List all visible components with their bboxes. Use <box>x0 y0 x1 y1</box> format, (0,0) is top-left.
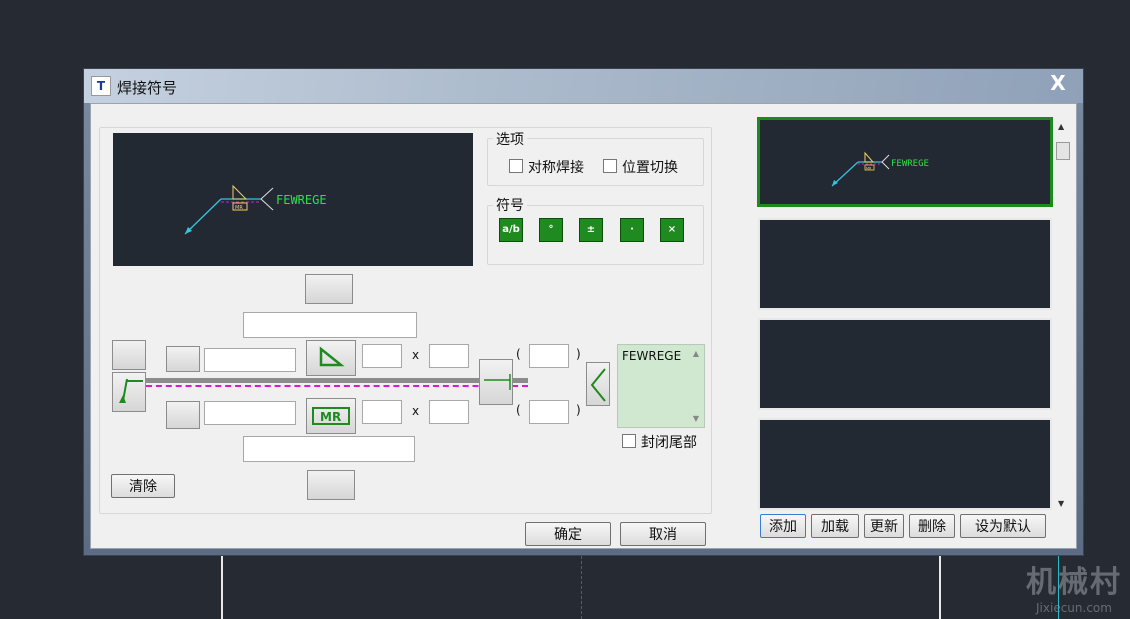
close-button[interactable]: X <box>1045 71 1071 95</box>
dialog-title: 焊接符号 <box>117 79 178 97</box>
title-bar[interactable]: T 焊接符号 X <box>84 69 1083 103</box>
fillet-weld-icon <box>319 346 345 367</box>
cad-line-right <box>939 556 941 619</box>
delete-button[interactable]: 删除 <box>909 514 955 538</box>
bottom-field-symbol-button[interactable] <box>307 470 355 500</box>
load-button[interactable]: 加载 <box>811 514 859 538</box>
library-item-1-tag: MR <box>866 167 872 171</box>
lower-count-input[interactable] <box>529 400 569 424</box>
upper-prefix-button[interactable] <box>166 346 200 372</box>
weld-preview: FEWREGE MR <box>113 133 473 266</box>
library-item-3[interactable] <box>758 318 1052 410</box>
upper-weld-type-button[interactable] <box>306 340 356 376</box>
field-weld-button[interactable] <box>479 359 513 405</box>
fraction-symbol-button[interactable]: a/b <box>499 218 523 242</box>
library-item-2[interactable] <box>758 218 1052 310</box>
tail-scroll-down-icon[interactable]: ▼ <box>693 414 699 423</box>
library-item-1[interactable]: FEWREGE MR <box>757 117 1053 207</box>
left-upper-button[interactable] <box>112 340 146 370</box>
preview-label: FEWREGE <box>276 193 327 207</box>
dot-symbol-button[interactable]: · <box>620 218 644 242</box>
field-weld-icon <box>484 374 511 390</box>
lower-x-label: x <box>412 404 420 418</box>
watermark-url: Jixiecun.com <box>1036 601 1112 615</box>
close-tail-label: 封闭尾部 <box>641 435 697 451</box>
reference-line <box>146 378 528 383</box>
clear-button[interactable]: 清除 <box>111 474 175 498</box>
app-icon: T <box>91 76 111 96</box>
times-symbol-button[interactable]: × <box>660 218 684 242</box>
leader-arrow-button[interactable] <box>112 372 146 412</box>
scroll-up-icon[interactable]: ▲ <box>1058 122 1064 131</box>
leader-arrow-icon <box>119 378 143 403</box>
lower-close-paren: ) <box>576 403 581 417</box>
scroll-thumb[interactable] <box>1056 142 1070 160</box>
plus-minus-symbol-button[interactable]: ± <box>579 218 603 242</box>
library-item-4[interactable] <box>758 418 1052 510</box>
watermark: 机械村 Jixiecun.com <box>1026 557 1122 615</box>
lower-open-paren: ( <box>516 403 521 417</box>
top-field-symbol-button[interactable] <box>305 274 353 304</box>
tail-text-box[interactable]: FEWREGE ▲ ▼ <box>617 344 705 428</box>
library-item-1-drawing: FEWREGE MR <box>831 151 929 187</box>
lower-size-input[interactable] <box>204 401 296 425</box>
scroll-down-icon[interactable]: ▼ <box>1058 499 1064 508</box>
upper-pitch-input[interactable] <box>429 344 469 368</box>
upper-count-input[interactable] <box>529 344 569 368</box>
cad-line-left <box>221 556 223 619</box>
upper-x-label: x <box>412 348 420 362</box>
upper-size-input[interactable] <box>204 348 296 372</box>
cad-centerline <box>581 556 582 619</box>
watermark-logo-text: 机械村 <box>1026 565 1122 600</box>
mr-tag-icon: MR <box>312 407 350 425</box>
options-group-label: 选项 <box>493 129 527 149</box>
tail-scroll-up-icon[interactable]: ▲ <box>693 349 699 358</box>
library-item-1-label: FEWREGE <box>891 159 929 169</box>
upper-close-paren: ) <box>576 347 581 361</box>
bottom-note-input[interactable] <box>243 436 415 462</box>
symbols-group-label: 符号 <box>493 195 527 215</box>
add-button[interactable]: 添加 <box>760 514 806 538</box>
weld-symbol-dialog: T 焊接符号 X FEWREGE MR 选项 对称焊接 位置切换 符号 a/b … <box>83 68 1084 556</box>
degree-symbol-button[interactable]: ° <box>539 218 563 242</box>
position-swap-checkbox[interactable] <box>603 159 617 173</box>
top-note-input[interactable] <box>243 312 417 338</box>
library-scrollbar[interactable]: ▲ ▼ <box>1055 120 1071 510</box>
preview-tag: MR <box>235 205 243 211</box>
tail-button[interactable] <box>586 362 610 406</box>
lower-prefix-button[interactable] <box>166 401 200 429</box>
symmetric-weld-checkbox[interactable] <box>509 159 523 173</box>
svg-text:MR: MR <box>320 410 341 424</box>
cancel-button[interactable]: 取消 <box>620 522 706 546</box>
lower-weld-type-button[interactable]: MR <box>306 398 356 434</box>
tail-icon <box>590 368 606 402</box>
reference-line-dashed <box>146 385 528 387</box>
symmetric-weld-label: 对称焊接 <box>528 160 584 176</box>
tail-text: FEWREGE <box>622 349 682 363</box>
weld-preview-drawing: FEWREGE MR <box>184 184 327 235</box>
upper-length-input[interactable] <box>362 344 402 368</box>
update-button[interactable]: 更新 <box>864 514 904 538</box>
lower-length-input[interactable] <box>362 400 402 424</box>
close-tail-checkbox[interactable] <box>622 434 636 448</box>
ok-button[interactable]: 确定 <box>525 522 611 546</box>
position-swap-label: 位置切换 <box>622 160 678 176</box>
dialog-client: FEWREGE MR 选项 对称焊接 位置切换 符号 a/b ° ± · × x… <box>90 103 1077 549</box>
upper-open-paren: ( <box>516 347 521 361</box>
set-default-button[interactable]: 设为默认 <box>960 514 1046 538</box>
lower-pitch-input[interactable] <box>429 400 469 424</box>
